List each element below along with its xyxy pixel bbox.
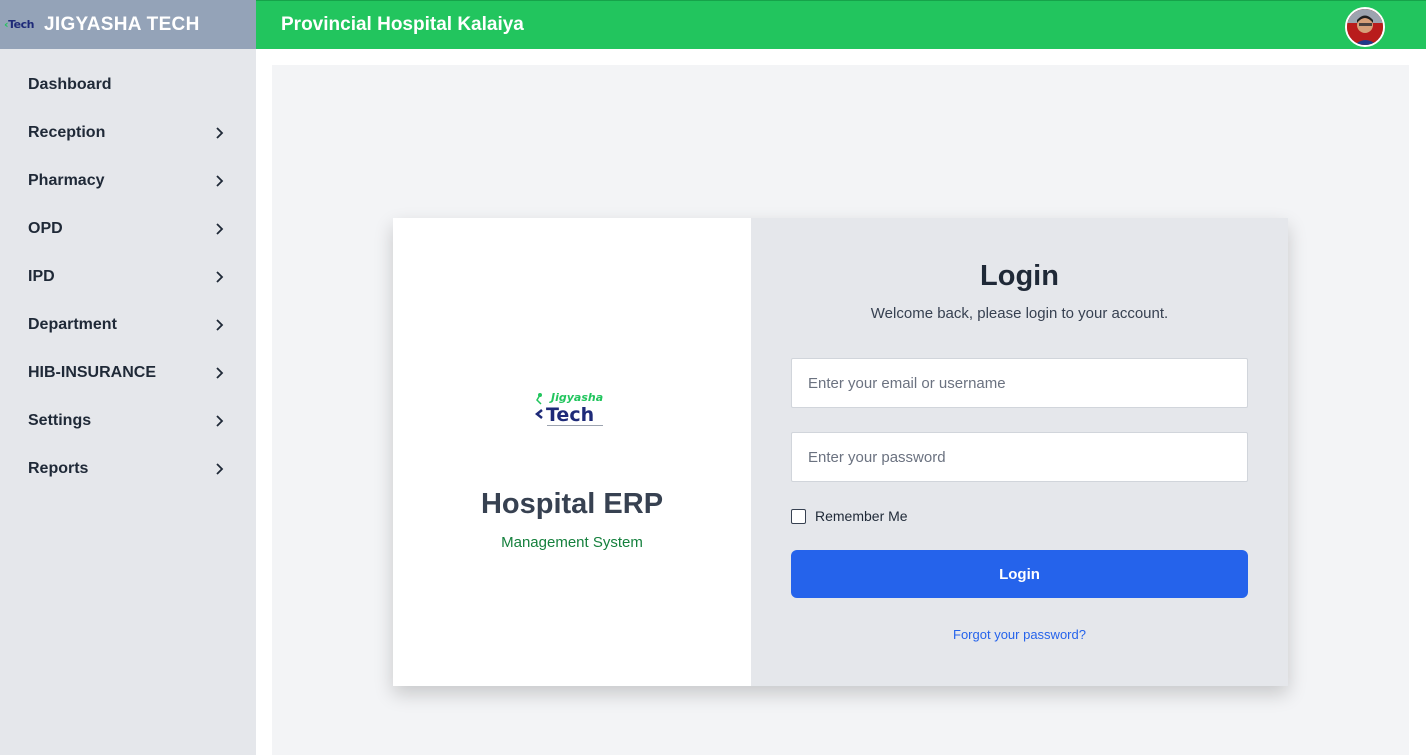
sidebar-item-reception[interactable]: Reception (0, 113, 256, 153)
sidebar-item-label: Pharmacy (28, 172, 105, 189)
chevron-right-icon (216, 271, 224, 283)
sidebar-item-reports[interactable]: Reports (0, 449, 256, 489)
sidebar-item-ipd[interactable]: IPD (0, 257, 256, 297)
user-avatar[interactable] (1345, 7, 1385, 47)
sidebar-item-label: HIB-INSURANCE (28, 364, 156, 381)
brand-header[interactable]: ‹Tech JIGYASHA TECH (0, 0, 256, 49)
login-title: Login (980, 260, 1059, 292)
sidebar-item-label: Settings (28, 412, 92, 429)
sidebar-item-label: Department (28, 316, 117, 333)
sidebar-item-department[interactable]: Department (0, 305, 256, 345)
svg-text:Jigyasha: Jigyasha (549, 391, 603, 404)
brand-name: JIGYASHA TECH (44, 13, 200, 35)
sidebar-item-label: Dashboard (28, 76, 112, 93)
chevron-right-icon (216, 175, 224, 187)
svg-text:Tech: Tech (546, 404, 594, 426)
company-logo: Jigyasha Tech (534, 391, 603, 426)
chevron-right-icon (216, 127, 224, 139)
sidebar-item-label: OPD (28, 220, 63, 237)
top-bar: Provincial Hospital Kalaiya (256, 0, 1426, 49)
chevron-right-icon (216, 463, 224, 475)
sidebar-item-label: Reception (28, 124, 106, 141)
sidebar: Dashboard Reception Pharmacy OPD IPD Dep… (0, 49, 256, 755)
sidebar-item-label: IPD (28, 268, 55, 285)
forgot-password-link[interactable]: Forgot your password? (751, 627, 1288, 642)
login-button[interactable]: Login (791, 550, 1248, 598)
sidebar-item-opd[interactable]: OPD (0, 209, 256, 249)
app-title: Hospital ERP (480, 488, 664, 520)
remember-me-label: Remember Me (815, 508, 908, 524)
chevron-right-icon (216, 415, 224, 427)
login-form-panel: Login Welcome back, please login to your… (751, 218, 1288, 686)
login-card: Jigyasha Tech Hospital ERP Management Sy… (393, 218, 1288, 686)
remember-me-checkbox[interactable] (791, 508, 806, 524)
remember-me[interactable]: Remember Me (791, 508, 908, 524)
chevron-right-icon (216, 367, 224, 379)
app-subtitle: Management System (501, 534, 643, 551)
password-field[interactable] (791, 432, 1248, 482)
hospital-title: Provincial Hospital Kalaiya (281, 14, 524, 35)
brand-logo: ‹Tech (4, 18, 34, 31)
sidebar-item-hib-insurance[interactable]: HIB-INSURANCE (0, 353, 256, 393)
sidebar-item-label: Reports (28, 460, 89, 477)
chevron-right-icon (216, 223, 224, 235)
sidebar-item-settings[interactable]: Settings (0, 401, 256, 441)
chevron-right-icon (216, 319, 224, 331)
card-branding-panel: Jigyasha Tech Hospital ERP Management Sy… (393, 218, 751, 686)
email-field[interactable] (791, 358, 1248, 408)
login-subtitle: Welcome back, please login to your accou… (870, 305, 1169, 322)
sidebar-item-pharmacy[interactable]: Pharmacy (0, 161, 256, 201)
sidebar-item-dashboard[interactable]: Dashboard (0, 65, 256, 105)
